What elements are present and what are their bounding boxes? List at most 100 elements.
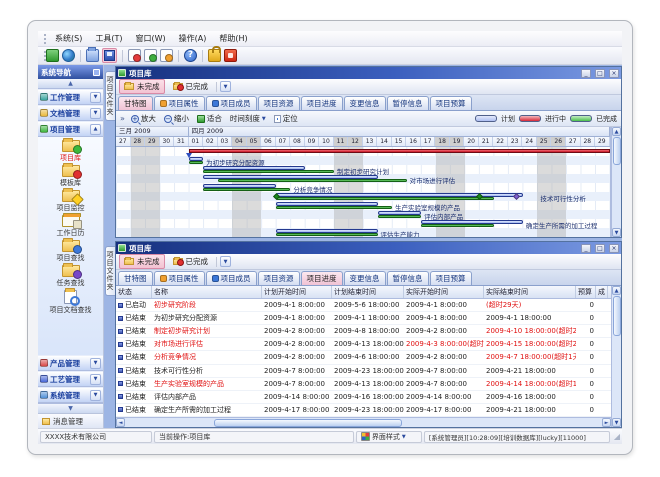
- doc-edit-icon[interactable]: [144, 49, 157, 62]
- filter-unfinished-button[interactable]: 未完成: [119, 79, 165, 94]
- table-row[interactable]: 已结束生产实验室规模的产品2009-4-7 8:00:002009-4-13 1…: [116, 378, 611, 391]
- tab-0[interactable]: 甘特图: [118, 271, 153, 285]
- lock-icon[interactable]: [208, 49, 221, 62]
- filter-unfinished-button[interactable]: 未完成: [119, 254, 165, 269]
- scroll-thumb[interactable]: [613, 296, 621, 336]
- gantt-window-titlebar[interactable]: 项目库 _ □ ×: [116, 67, 621, 79]
- zoom-in-button[interactable]: +放大: [129, 112, 158, 125]
- tab-3[interactable]: 项目资源: [258, 271, 300, 285]
- table-row[interactable]: 已结束对市场进行评估2009-4-2 8:00:002009-4-13 18:0…: [116, 338, 611, 351]
- sidebar-bottom-tab-messages[interactable]: 消息管理: [38, 413, 103, 428]
- actual-bar[interactable]: [203, 188, 290, 191]
- close-button[interactable]: ×: [609, 69, 619, 78]
- filter-more-button[interactable]: ▼: [220, 256, 231, 267]
- zoom-out-button[interactable]: −缩小: [162, 112, 191, 125]
- gantt-vertical-scrollbar[interactable]: ▲ ▼: [611, 127, 621, 237]
- scroll-down-arrow[interactable]: ▼: [612, 228, 621, 237]
- timescale-button[interactable]: 时间刻度▼: [228, 112, 268, 125]
- actual-bar[interactable]: [276, 197, 494, 200]
- menu-item[interactable]: 系统(S): [54, 33, 83, 44]
- save-button[interactable]: [102, 48, 117, 63]
- doc-add-icon[interactable]: [128, 49, 141, 62]
- actual-bar[interactable]: [276, 233, 378, 236]
- sidebar-item[interactable]: 项目库: [38, 140, 103, 163]
- menu-item[interactable]: 窗口(W): [134, 33, 166, 44]
- chevron-down-icon[interactable]: ▼: [90, 108, 101, 119]
- scroll-up-arrow[interactable]: ▲: [612, 286, 621, 295]
- tab-7[interactable]: 项目预算: [430, 271, 472, 285]
- table-horizontal-scrollbar[interactable]: ◄ ►: [116, 417, 611, 427]
- column-header[interactable]: 成: [596, 286, 608, 298]
- locate-button[interactable]: 定位: [272, 112, 300, 125]
- scroll-thumb[interactable]: [613, 137, 621, 165]
- stop-icon[interactable]: [224, 49, 237, 62]
- actual-bar[interactable]: [378, 215, 422, 218]
- actual-bar[interactable]: [203, 170, 334, 173]
- chevron-down-icon[interactable]: ▼: [90, 92, 101, 103]
- tab-0[interactable]: 甘特图: [118, 96, 153, 110]
- gantt-body[interactable]: 为初步研究分配资源制定初步研究计划对市场进行评估分析竞争情况技术可行性分析生产实…: [116, 147, 610, 237]
- ui-style-selector[interactable]: 界面样式 ▼: [356, 431, 422, 443]
- actual-bar[interactable]: [189, 161, 204, 164]
- actual-bar[interactable]: [276, 206, 392, 209]
- chevron-down-icon[interactable]: ▼: [90, 390, 101, 401]
- tab-1[interactable]: 项目属性: [154, 96, 205, 110]
- column-header[interactable]: 名称: [152, 286, 262, 298]
- sidebar-group[interactable]: 文档管理▼: [38, 105, 103, 121]
- sidebar-expand-button[interactable]: ▼: [38, 403, 103, 413]
- table-vertical-scrollbar[interactable]: ▲ ▼: [611, 286, 621, 427]
- summary-bar[interactable]: [189, 149, 610, 153]
- actual-bar[interactable]: [421, 224, 494, 227]
- actual-bar[interactable]: [218, 179, 407, 182]
- tab-2[interactable]: 项目成员: [206, 271, 257, 285]
- column-header[interactable]: 实际开始时间: [404, 286, 484, 298]
- table-row[interactable]: 已结束评估内部产品2009-4-14 8:00:002009-4-16 18:0…: [116, 391, 611, 404]
- menu-item[interactable]: 操作(A): [178, 33, 208, 44]
- tab-5[interactable]: 变更信息: [344, 271, 386, 285]
- scroll-right-arrow[interactable]: ►: [602, 418, 611, 427]
- tab-2[interactable]: 项目成员: [206, 96, 257, 110]
- scroll-down-arrow[interactable]: ▼: [612, 418, 621, 427]
- scroll-thumb[interactable]: [214, 419, 402, 427]
- doc-delete-icon[interactable]: [160, 49, 173, 62]
- tab-7[interactable]: 项目预算: [430, 96, 472, 110]
- filter-finished-button[interactable]: 已完成: [168, 254, 214, 269]
- table-window-titlebar[interactable]: 项目库 _ □ ×: [116, 242, 621, 254]
- sidebar-group[interactable]: 工艺管理▼: [38, 371, 103, 387]
- sidebar-item[interactable]: 任务查找: [38, 265, 103, 288]
- sidebar-item[interactable]: 模板库: [38, 165, 103, 188]
- pin-icon[interactable]: [93, 69, 100, 76]
- chevron-up-icon[interactable]: ▲: [90, 124, 101, 135]
- sidebar-collapse-button[interactable]: ▲: [38, 79, 103, 89]
- tab-3[interactable]: 项目资源: [258, 96, 300, 110]
- chevron-down-icon[interactable]: ▼: [90, 358, 101, 369]
- maximize-button[interactable]: □: [595, 244, 605, 253]
- vertical-tab-project-folder[interactable]: 项目文件夹: [105, 71, 115, 121]
- column-header[interactable]: 计划开始时间: [262, 286, 332, 298]
- tab-4[interactable]: 项目进度: [301, 96, 343, 110]
- minimize-button[interactable]: _: [581, 69, 591, 78]
- table-row[interactable]: 已结束为初步研究分配资源2009-4-1 8:00:002009-4-1 18:…: [116, 312, 611, 325]
- column-header[interactable]: 预算: [576, 286, 596, 298]
- tab-1[interactable]: 项目属性: [154, 271, 205, 285]
- globe-icon[interactable]: [62, 49, 75, 62]
- overflow-chevron-icon[interactable]: »: [120, 114, 125, 123]
- sidebar-item[interactable]: 项目文档查找: [38, 290, 103, 315]
- filter-finished-button[interactable]: 已完成: [168, 79, 214, 94]
- column-header[interactable]: 状态: [116, 286, 152, 298]
- sidebar-group[interactable]: 系统管理▼: [38, 387, 103, 403]
- table-row[interactable]: 已启动初步研究阶段2009-4-1 8:00:002009-5-6 18:00:…: [116, 299, 611, 312]
- sidebar-group[interactable]: 产品管理▼: [38, 355, 103, 371]
- scroll-left-arrow[interactable]: ◄: [116, 418, 125, 427]
- table-row[interactable]: 已结束技术可行性分析2009-4-7 8:00:002009-4-23 18:0…: [116, 365, 611, 378]
- chevron-down-icon[interactable]: ▼: [90, 374, 101, 385]
- resize-grip[interactable]: ◢: [614, 432, 620, 441]
- sidebar-item[interactable]: 工作日历: [38, 215, 103, 238]
- sidebar-group[interactable]: 项目管理▲: [38, 121, 103, 137]
- open-folder-icon[interactable]: [86, 49, 99, 62]
- sidebar-item[interactable]: 项目查找: [38, 240, 103, 263]
- table-row[interactable]: 已结束确定生产所需的加工过程2009-4-17 8:00:002009-4-23…: [116, 404, 611, 417]
- maximize-button[interactable]: □: [595, 69, 605, 78]
- menu-item[interactable]: 工具(T): [94, 33, 123, 44]
- tab-4[interactable]: 项目进度: [301, 271, 343, 285]
